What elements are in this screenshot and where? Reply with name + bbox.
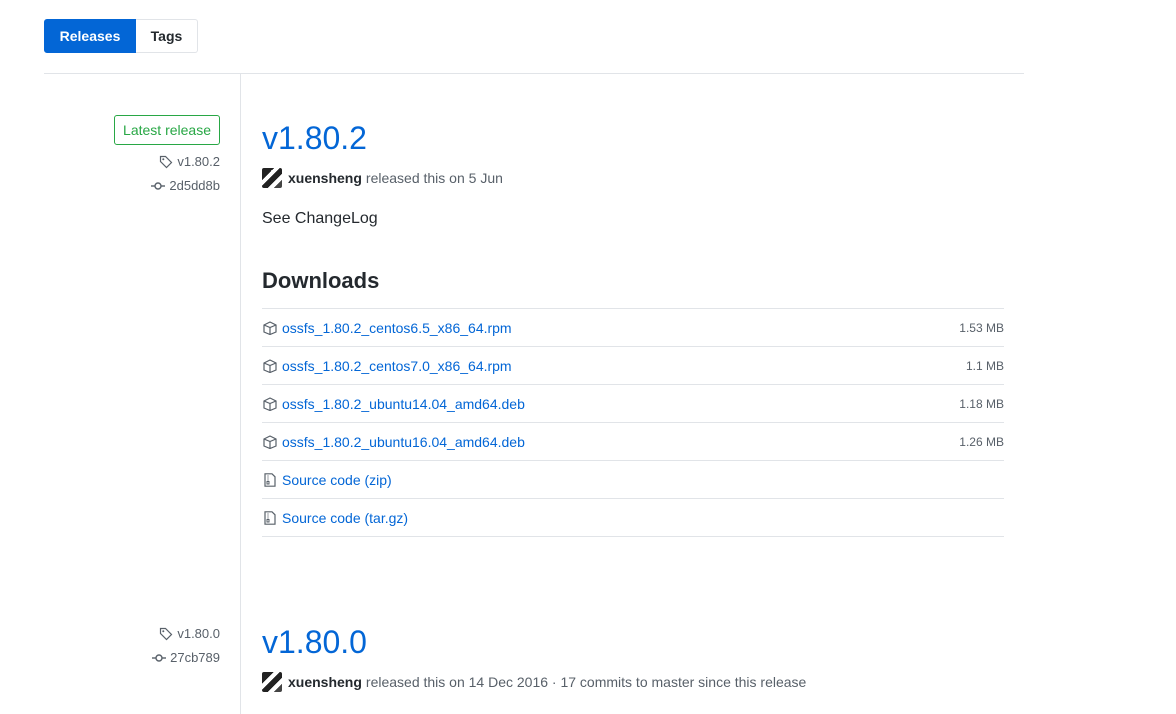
asset-size: 1.53 MB <box>959 320 1004 335</box>
commit-icon <box>152 654 167 662</box>
package-icon <box>263 434 277 449</box>
release-byline: xuensheng released this on 5 Jun <box>262 166 1004 190</box>
tag-icon <box>160 627 173 641</box>
downloads-list: ossfs_1.80.2_centos6.5_x86_64.rpm 1.53 M… <box>262 308 1004 537</box>
download-item: ossfs_1.80.2_ubuntu14.04_amd64.deb 1.18 … <box>262 385 1004 423</box>
release-date-text: released this on 5 Jun <box>365 170 503 186</box>
latest-release-badge: Latest release <box>114 115 220 145</box>
asset-size: 1.1 MB <box>965 358 1004 373</box>
author-link[interactable]: xuensheng <box>288 170 362 186</box>
release-title[interactable]: v1.80.2 <box>262 118 1004 158</box>
asset-link[interactable]: Source code (tar.gz) <box>282 510 1004 526</box>
asset-link[interactable]: ossfs_1.80.2_centos6.5_x86_64.rpm <box>282 320 959 336</box>
file-zip-icon <box>264 510 276 525</box>
download-item: ossfs_1.80.2_centos6.5_x86_64.rpm 1.53 M… <box>262 309 1004 347</box>
release-meta: Latest release v1.80.2 2d5dd8b <box>114 115 220 198</box>
asset-link[interactable]: ossfs_1.80.2_ubuntu14.04_amd64.deb <box>282 396 959 412</box>
package-icon <box>263 396 277 411</box>
release-tag-label: v1.80.2 <box>177 154 220 169</box>
header-divider <box>44 73 1024 74</box>
author-link[interactable]: xuensheng <box>288 674 362 690</box>
release-entry: v1.80.2 xuensheng released this on 5 Jun… <box>262 118 1004 553</box>
release-tag-label: v1.80.0 <box>177 626 220 641</box>
package-icon <box>263 358 277 373</box>
release-commit-label: 2d5dd8b <box>169 178 220 193</box>
asset-size: 1.18 MB <box>959 396 1004 411</box>
release-commit[interactable]: 27cb789 <box>152 646 220 670</box>
asset-link[interactable]: ossfs_1.80.2_centos7.0_x86_64.rpm <box>282 358 966 374</box>
asset-size: 1.26 MB <box>959 434 1004 449</box>
commit-icon <box>151 182 166 190</box>
asset-link[interactable]: Source code (zip) <box>282 472 1004 488</box>
downloads-heading: Downloads <box>262 268 380 293</box>
release-notes: See ChangeLog <box>262 210 378 227</box>
package-icon <box>263 320 277 335</box>
file-zip-icon <box>264 472 276 487</box>
release-tag[interactable]: v1.80.0 <box>152 622 220 646</box>
asset-link[interactable]: ossfs_1.80.2_ubuntu16.04_amd64.deb <box>282 434 959 450</box>
release-commit-label: 27cb789 <box>170 650 220 665</box>
release-date-text: released this on 14 Dec 2016 · 17 commit… <box>365 674 807 690</box>
release-entry: v1.80.0 xuensheng released this on 14 De… <box>262 622 1004 694</box>
download-item: Source code (tar.gz) <box>262 499 1004 537</box>
avatar[interactable] <box>262 672 282 692</box>
download-item: ossfs_1.80.2_centos7.0_x86_64.rpm 1.1 MB <box>262 347 1004 385</box>
release-tag[interactable]: v1.80.2 <box>114 150 220 174</box>
avatar[interactable] <box>262 168 282 188</box>
release-title[interactable]: v1.80.0 <box>262 622 1004 662</box>
release-commit[interactable]: 2d5dd8b <box>114 174 220 198</box>
release-meta: v1.80.0 27cb789 <box>152 622 220 670</box>
release-byline: xuensheng released this on 14 Dec 2016 ·… <box>262 670 1004 694</box>
tab-releases[interactable]: Releases <box>44 19 136 53</box>
tag-icon <box>160 155 173 169</box>
release-tabs: Releases Tags <box>44 19 198 53</box>
tab-tags[interactable]: Tags <box>136 19 198 53</box>
download-item: Source code (zip) <box>262 461 1004 499</box>
timeline-divider <box>240 73 241 714</box>
download-item: ossfs_1.80.2_ubuntu16.04_amd64.deb 1.26 … <box>262 423 1004 461</box>
